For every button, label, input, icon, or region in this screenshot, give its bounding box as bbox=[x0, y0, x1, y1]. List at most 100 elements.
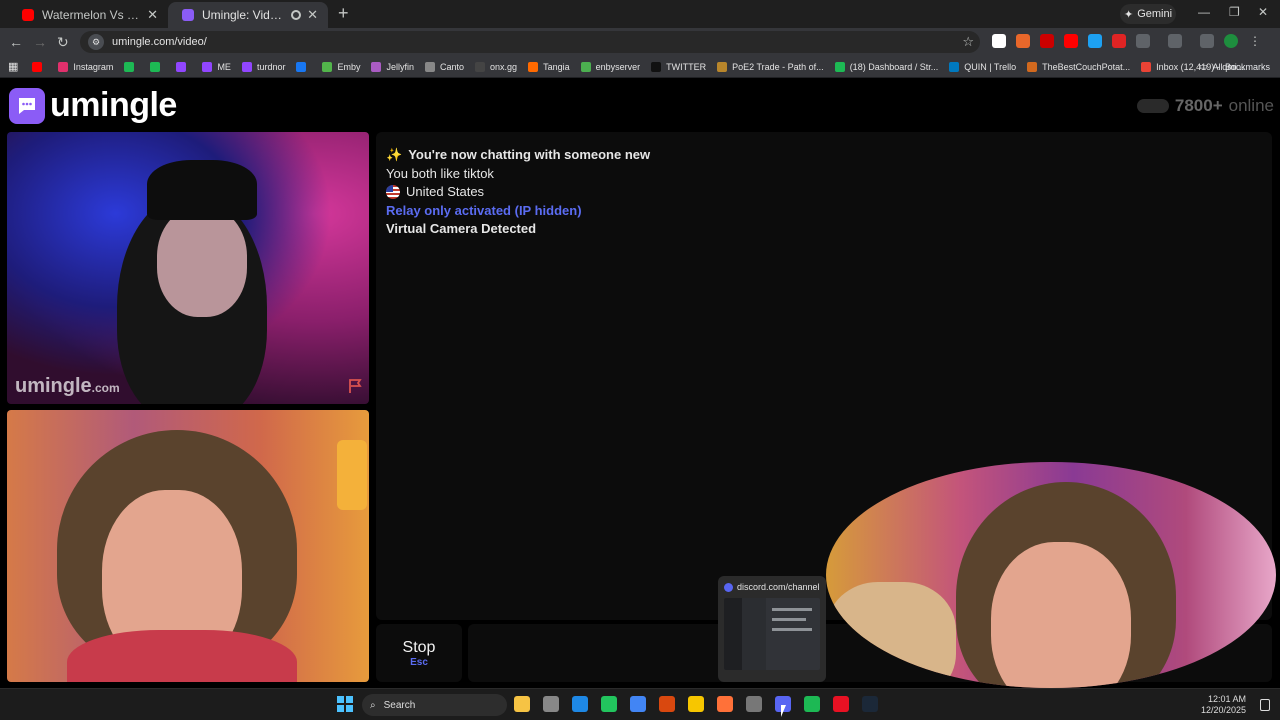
apps-grid-icon[interactable]: ▦ bbox=[8, 60, 18, 73]
close-tab-icon[interactable]: ✕ bbox=[307, 7, 318, 23]
extensions-puzzle-icon[interactable] bbox=[1136, 34, 1150, 48]
preview-header: discord.com/channel bbox=[724, 582, 820, 592]
bookmark-favicon-icon bbox=[949, 61, 960, 72]
back-arrow-icon[interactable]: ← bbox=[9, 34, 23, 50]
extension-fox-icon[interactable] bbox=[1016, 34, 1030, 48]
bookmark-favicon-icon bbox=[425, 61, 435, 72]
bookmark-item[interactable]: TheBestCouchPotat... bbox=[1027, 61, 1131, 72]
preview-title: discord.com/channel bbox=[737, 582, 820, 592]
taskbar-apps bbox=[514, 696, 878, 712]
taskbar-app-icon[interactable] bbox=[862, 696, 878, 712]
bookmark-item[interactable]: Emby bbox=[322, 61, 360, 72]
bookmark-item[interactable]: PoE2 Trade - Path of... bbox=[717, 61, 824, 72]
extension-blue-icon[interactable] bbox=[1088, 34, 1102, 48]
tab-youtube[interactable]: Watermelon Vs Pool from 45m ✕ bbox=[8, 2, 168, 28]
bookmark-label: onx.gg bbox=[490, 61, 518, 72]
bookmark-item[interactable]: (18) Dashboard / Str... bbox=[834, 61, 938, 72]
bookmark-favicon-icon bbox=[1027, 61, 1038, 72]
bookmark-favicon-icon bbox=[580, 61, 591, 72]
bookmark-star-icon[interactable]: ☆ bbox=[962, 34, 974, 50]
self-view-overlay bbox=[826, 462, 1276, 688]
bookmark-item[interactable] bbox=[176, 61, 191, 72]
url-bar[interactable]: ⚙ umingle.com/video/ ☆ bbox=[80, 31, 980, 53]
profile-avatar-icon[interactable] bbox=[1224, 34, 1238, 48]
taskbar-app-icon[interactable] bbox=[601, 696, 617, 712]
stop-label: Stop bbox=[402, 638, 436, 656]
bookmark-label: QUIN | Trello bbox=[964, 61, 1017, 72]
extension-red-icon[interactable] bbox=[1040, 34, 1054, 48]
bookmark-item[interactable]: Jellyfin bbox=[371, 61, 414, 72]
bookmark-item[interactable] bbox=[296, 61, 311, 72]
taskbar-app-icon[interactable] bbox=[833, 696, 849, 712]
forward-arrow-icon[interactable]: → bbox=[33, 34, 47, 50]
bookmark-item[interactable] bbox=[32, 61, 47, 72]
taskbar-app-icon[interactable] bbox=[688, 696, 704, 712]
bookmark-item[interactable]: ME bbox=[202, 61, 231, 72]
brand-name: umingle bbox=[50, 86, 177, 124]
bookmark-item[interactable] bbox=[124, 61, 139, 72]
cast-icon[interactable] bbox=[1168, 34, 1182, 48]
bookmark-item[interactable]: Canto bbox=[425, 61, 464, 72]
reload-icon[interactable]: ↻ bbox=[57, 34, 69, 51]
bookmark-favicon-icon bbox=[528, 61, 539, 72]
taskbar-app-icon[interactable] bbox=[543, 696, 559, 712]
bookmark-label: ME bbox=[217, 61, 231, 72]
extension-youtube-icon[interactable] bbox=[1064, 34, 1078, 48]
sparkle-icon: ✦ bbox=[1123, 8, 1134, 21]
all-bookmarks-button[interactable]: ▭ All Bookmarks bbox=[1199, 61, 1270, 72]
bookmark-item[interactable]: Tangia bbox=[528, 61, 570, 72]
maximize-icon[interactable]: ❐ bbox=[1229, 5, 1240, 19]
taskbar-app-icon[interactable] bbox=[514, 696, 530, 712]
bookmark-favicon-icon bbox=[241, 61, 252, 72]
bookmark-item[interactable]: Instagram bbox=[58, 61, 113, 72]
umingle-logo[interactable]: umingle bbox=[9, 86, 177, 125]
bookmark-label: enbyserver bbox=[595, 61, 641, 72]
bookmark-item[interactable]: TWITTER bbox=[651, 61, 706, 72]
bookmark-item[interactable] bbox=[150, 61, 165, 72]
extension-k-icon[interactable] bbox=[992, 34, 1006, 48]
notification-bell-icon[interactable] bbox=[1260, 699, 1270, 711]
close-window-icon[interactable]: ✕ bbox=[1258, 5, 1268, 19]
taskbar-app-icon[interactable] bbox=[630, 696, 646, 712]
taskbar-app-icon[interactable] bbox=[746, 696, 762, 712]
chat-message-text: United States bbox=[406, 184, 485, 199]
online-label: online bbox=[1228, 96, 1274, 115]
search-icon: ⌕ bbox=[370, 699, 376, 711]
bookmark-label: Tangia bbox=[543, 61, 570, 72]
taskbar-app-icon[interactable] bbox=[804, 696, 820, 712]
close-tab-icon[interactable]: ✕ bbox=[147, 7, 158, 23]
chat-bubble-icon bbox=[9, 87, 45, 124]
bookmark-item[interactable]: turdnor bbox=[241, 61, 286, 72]
umingle-icon bbox=[182, 9, 194, 21]
extension-ublock-icon[interactable] bbox=[1112, 34, 1126, 48]
taskbar-app-icon[interactable] bbox=[572, 696, 588, 712]
stop-button[interactable]: Stop Esc bbox=[376, 624, 462, 682]
folder-icon: ▭ bbox=[1198, 61, 1208, 71]
self-shirt-image bbox=[67, 630, 297, 682]
bookmark-item[interactable]: onx.gg bbox=[475, 61, 518, 72]
chat-message: Virtual Camera Detected bbox=[386, 220, 1262, 239]
discord-window-preview[interactable]: discord.com/channel bbox=[718, 576, 826, 682]
taskbar-search[interactable]: ⌕ Search bbox=[362, 694, 507, 716]
bookmark-favicon-icon bbox=[1141, 61, 1152, 72]
theme-toggle[interactable] bbox=[1136, 99, 1169, 113]
bookmark-label: TheBestCouchPotat... bbox=[1042, 61, 1131, 72]
site-info-icon[interactable]: ⚙ bbox=[88, 34, 104, 50]
tab-umingle[interactable]: Umingle: Video Chat with S ✕ bbox=[168, 2, 328, 28]
online-count: 7800+ bbox=[1174, 96, 1223, 115]
taskbar-app-icon[interactable] bbox=[659, 696, 675, 712]
bookmark-item[interactable]: QUIN | Trello bbox=[949, 61, 1017, 72]
report-flag-icon[interactable] bbox=[347, 378, 363, 394]
bookmark-item[interactable]: enbyserver bbox=[580, 61, 641, 72]
system-clock[interactable]: 12:01 AM 12/20/2025 bbox=[1201, 694, 1246, 716]
stranger-face-image bbox=[157, 207, 247, 317]
gemini-button[interactable]: ✦ Gemini bbox=[1120, 4, 1176, 24]
kebab-menu-icon[interactable]: ⋮ bbox=[1248, 34, 1262, 48]
windows-start-icon[interactable] bbox=[337, 696, 353, 712]
new-tab-button[interactable]: + bbox=[338, 3, 349, 24]
bookmark-label: turdnor bbox=[256, 61, 286, 72]
tab-search-icon[interactable] bbox=[1200, 34, 1214, 48]
lamp-image bbox=[337, 440, 367, 510]
minimize-icon[interactable]: — bbox=[1198, 5, 1210, 19]
taskbar-app-icon[interactable] bbox=[717, 696, 733, 712]
